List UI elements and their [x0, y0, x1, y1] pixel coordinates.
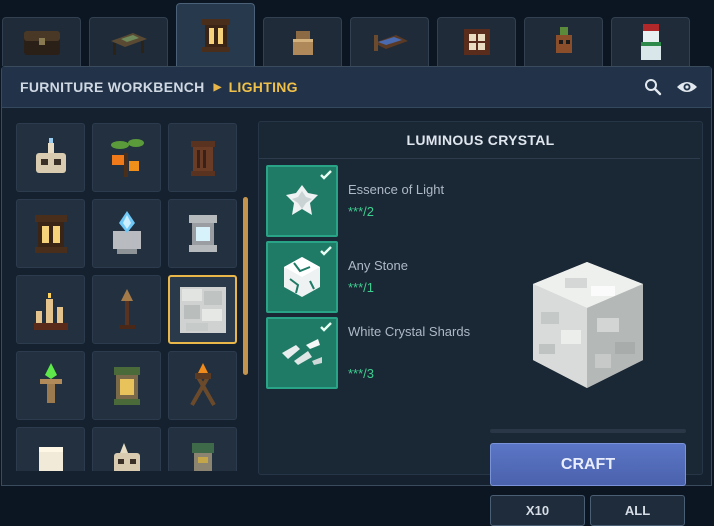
recipe-slot[interactable] [16, 199, 85, 268]
table-icon [110, 33, 147, 55]
stone-icon [284, 257, 320, 297]
candles-icon [33, 292, 68, 330]
recipe-slot[interactable] [92, 275, 161, 344]
tab-beds[interactable] [350, 17, 429, 66]
eye-icon[interactable] [676, 79, 698, 95]
check-icon [320, 322, 332, 332]
lantern-icon [201, 19, 230, 52]
craft-all-button[interactable]: ALL [590, 495, 685, 526]
essence-of-light-icon [286, 185, 318, 215]
search-icon[interactable] [644, 78, 662, 96]
snowman-icon [640, 24, 661, 60]
recipe-slot[interactable] [168, 123, 237, 192]
white-block-lamp-icon [38, 446, 63, 471]
chest-icon [23, 31, 60, 55]
recipe-slot[interactable] [92, 199, 161, 268]
recipe-slot[interactable] [16, 351, 85, 420]
blue-crystal-lamp-icon [112, 210, 141, 254]
ingredient-slot[interactable] [266, 165, 338, 237]
tab-pottery[interactable] [263, 17, 342, 66]
divider [259, 158, 700, 159]
ingredient-name: Any Stone [348, 258, 408, 273]
breadcrumb-category: LIGHTING [228, 79, 298, 95]
craft-progress-bar [490, 429, 686, 433]
check-icon [320, 246, 332, 256]
lantern-icon [34, 214, 67, 253]
tab-creatures[interactable] [524, 17, 603, 66]
recipe-details: LUMINOUS CRYSTAL Essence of Light ***/2 [258, 121, 703, 526]
recipe-slot[interactable] [16, 427, 85, 471]
bone-lamp-icon [113, 442, 140, 471]
bed-icon [373, 35, 408, 51]
item-title: LUMINOUS CRYSTAL [406, 132, 555, 148]
recipe-slot[interactable] [92, 427, 161, 471]
crate-icon [463, 29, 490, 55]
luminous-crystal-preview [533, 262, 643, 388]
craft-x10-button[interactable]: X10 [490, 495, 585, 526]
skull-candle-icon [35, 137, 66, 173]
recipe-slot[interactable] [168, 351, 237, 420]
pottery-icon [292, 31, 313, 55]
tab-tables[interactable] [89, 17, 168, 66]
torch-stand-icon [118, 288, 135, 329]
tab-chests[interactable] [2, 17, 81, 66]
ingredient-quantity: ***/3 [348, 366, 375, 381]
plant-creature-icon [555, 27, 572, 53]
stone-totem-icon [191, 442, 214, 471]
recipe-grid [13, 121, 246, 471]
ingredient-name: White Crystal Shards [348, 324, 471, 339]
panel-header: FURNITURE WORKBENCH ▶ LIGHTING [2, 67, 711, 108]
ingredient-name: Essence of Light [348, 182, 445, 197]
recipe-slot[interactable] [16, 123, 85, 192]
recipe-slot[interactable] [92, 351, 161, 420]
ingredient-quantity: ***/1 [348, 280, 375, 295]
ingredient-slot[interactable] [266, 241, 338, 313]
crystal-shards-icon [282, 339, 322, 365]
green-lantern-icon [113, 366, 140, 405]
tab-lighting[interactable] [176, 3, 255, 66]
orange-lantern-plant-icon [110, 138, 144, 177]
luminous-crystal-icon [179, 286, 226, 333]
recipe-slot-selected[interactable] [168, 275, 237, 344]
grid-scrollbar[interactable] [243, 197, 248, 375]
check-icon [320, 170, 332, 180]
breadcrumb: FURNITURE WORKBENCH ▶ LIGHTING [20, 79, 298, 95]
brazier-icon [189, 362, 216, 406]
ingredient-quantity: ***/2 [348, 204, 375, 219]
green-flame-torch-icon [39, 362, 62, 403]
stone-lantern-icon [188, 214, 217, 252]
recipe-slot[interactable] [16, 275, 85, 344]
breadcrumb-workbench[interactable]: FURNITURE WORKBENCH [20, 79, 205, 95]
recipe-slot[interactable] [168, 427, 237, 471]
wooden-lantern-icon [190, 140, 215, 176]
category-tabs [0, 0, 714, 66]
tab-crates[interactable] [437, 17, 516, 66]
recipe-slot[interactable] [168, 199, 237, 268]
workbench-panel: FURNITURE WORKBENCH ▶ LIGHTING LUMINOUS … [1, 66, 712, 526]
ingredient-slot[interactable] [266, 317, 338, 389]
craft-button[interactable]: CRAFT [490, 443, 686, 486]
tab-seasonal[interactable] [611, 17, 690, 66]
chevron-right-icon: ▶ [213, 81, 222, 93]
recipe-slot[interactable] [92, 123, 161, 192]
